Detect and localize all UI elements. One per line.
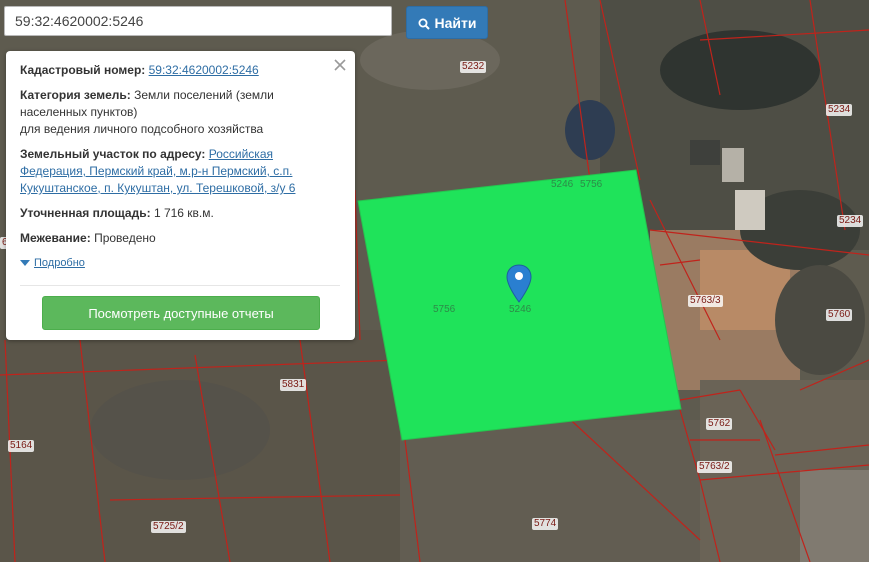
survey-row: Межевание: Проведено [20,230,340,247]
parcel-label: 5762 [706,418,733,430]
parcel-label: 5760 [826,309,853,321]
parcel-label: 5756 [580,179,603,190]
parcel-label: 5232 [460,61,487,73]
location-marker-icon[interactable] [506,264,532,304]
search-button[interactable]: Найти [406,6,488,39]
land-category-value: для ведения личного подсобного хозяйства [20,122,264,136]
parcel-label: 5763/2 [697,461,732,473]
survey-label: Межевание: [20,231,91,245]
address-link[interactable]: Российская [209,147,273,161]
land-category-label: Категория земель: [20,88,131,102]
search-input[interactable] [4,6,392,36]
parcel-label: 5164 [8,440,35,452]
parcel-label: 5234 [837,215,864,227]
area-label: Уточненная площадь: [20,206,151,220]
parcel-label: 5725/2 [151,521,186,533]
parcel-label: 5234 [826,104,853,116]
parcel-label: 5756 [433,304,456,315]
address-label: Земельный участок по адресу: [20,147,206,161]
land-category-value: Земли поселений (земли [134,88,274,102]
parcel-label: 5831 [280,379,307,391]
search-button-label: Найти [434,14,477,31]
cadastral-number-link[interactable]: 59:32:4620002:5246 [149,63,259,77]
address-link[interactable]: Кукуштанское, п. Кукуштан, ул. Терешково… [20,181,295,195]
address-link[interactable]: Федерация, Пермский край, м.р-н Пермский… [20,164,292,178]
parcel-label: 5763/3 [688,295,723,307]
cadastral-number-row: Кадастровый номер: 59:32:4620002:5246 [20,62,340,79]
cadastral-number-label: Кадастровый номер: [20,63,146,77]
area-row: Уточненная площадь: 1 716 кв.м. [20,205,340,222]
area-value: 1 716 кв.м. [153,206,214,220]
address-row: Земельный участок по адресу: Российская … [20,146,340,197]
view-reports-button[interactable]: Посмотреть доступные отчеты [42,296,320,330]
land-category-row: Категория земель: Земли поселений (земли… [20,87,340,138]
caret-down-icon [20,260,30,266]
parcel-label: 5774 [532,518,559,530]
details-link[interactable]: Подробно [34,257,85,269]
divider [20,285,340,286]
parcel-label: 5246 [509,304,532,315]
land-category-value: населенных пунктов) [20,105,138,119]
search-icon [418,17,430,30]
parcel-info-popup: Кадастровый номер: 59:32:4620002:5246 Ка… [6,51,355,340]
survey-value: Проведено [94,231,156,245]
details-toggle[interactable]: Подробно [20,257,85,269]
parcel-label: 5246 [551,179,574,190]
